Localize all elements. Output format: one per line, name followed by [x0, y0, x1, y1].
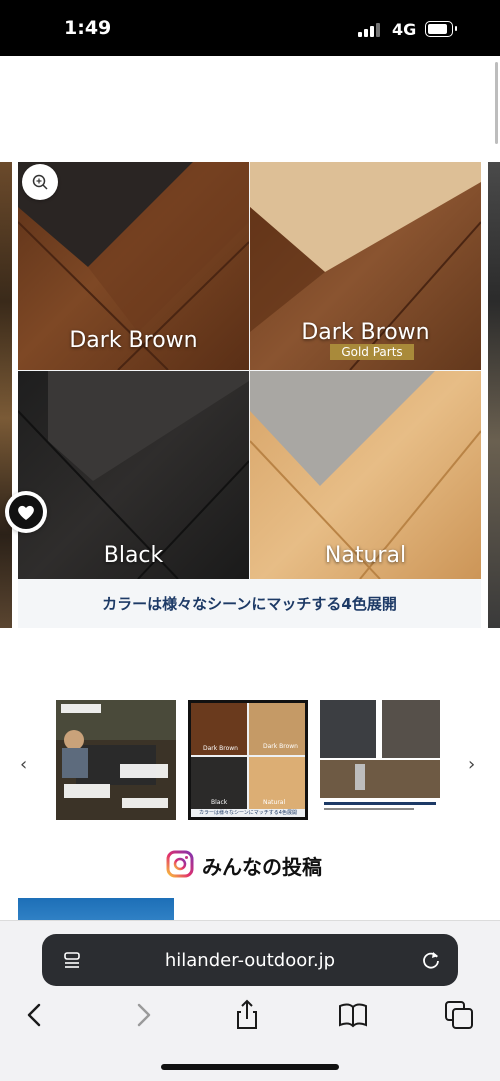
- thumb-label: Dark Brown: [263, 743, 298, 750]
- next-slide-peek[interactable]: [488, 162, 500, 628]
- thumb-label: Dark Brown: [203, 745, 238, 752]
- community-title: みんなの投稿: [202, 855, 322, 879]
- reload-icon[interactable]: [420, 949, 442, 971]
- instagram-icon: [166, 850, 194, 878]
- gallery-caption: カラーは様々なシーンにマッチする4色展開: [18, 580, 481, 628]
- scrollbar[interactable]: [495, 62, 498, 144]
- network-type: 4G: [392, 20, 417, 39]
- main-product-image[interactable]: Dark Brown Dark Brown Gold Parts Black N…: [18, 162, 481, 628]
- accessories-image: [320, 700, 440, 820]
- product-gallery[interactable]: Dark Brown Dark Brown Gold Parts Black N…: [0, 162, 500, 628]
- swatch-black: Black: [18, 371, 249, 579]
- zoom-button[interactable]: [22, 164, 58, 200]
- back-icon[interactable]: [18, 998, 52, 1032]
- thumb-label: Black: [211, 799, 228, 806]
- swatch-natural: Natural: [250, 371, 481, 579]
- heart-icon: [18, 505, 34, 520]
- previous-slide-peek[interactable]: [0, 162, 12, 628]
- home-indicator[interactable]: [161, 1064, 339, 1070]
- camp-scene-image: [56, 700, 176, 820]
- favorite-button[interactable]: [5, 491, 47, 533]
- zoom-in-icon: [32, 174, 48, 190]
- swatch-label-black: Black: [103, 543, 164, 568]
- thumbnails-prev-button[interactable]: ‹: [20, 754, 27, 775]
- url-text: hilander-outdoor.jp: [164, 950, 336, 971]
- address-bar[interactable]: hilander-outdoor.jp: [42, 934, 458, 986]
- thumbnail-color-variations[interactable]: Dark Brown Dark Brown Black Natural カラーは…: [188, 700, 308, 820]
- thumbnail-accessories[interactable]: [320, 700, 440, 820]
- bookmarks-icon[interactable]: [336, 998, 370, 1032]
- thumb-caption: カラーは様々なシーンにマッチする4色展開: [199, 810, 297, 816]
- gold-parts-tag: Gold Parts: [330, 344, 414, 360]
- thumb-label: Natural: [263, 799, 286, 806]
- swatch-label-dark-brown: Dark Brown: [69, 328, 198, 353]
- thumbnail-camp-table-scene[interactable]: [56, 700, 176, 820]
- status-bar: 1:49 4G: [0, 0, 500, 56]
- thumbnails-next-button[interactable]: ›: [468, 754, 475, 775]
- swatch-dark-brown-gold: Dark Brown Gold Parts: [250, 162, 481, 370]
- swatch-label-natural: Natural: [324, 543, 407, 568]
- tabs-icon[interactable]: [442, 998, 476, 1032]
- gallery-caption-text: カラーは様々なシーンにマッチする4色展開: [102, 595, 397, 613]
- status-time: 1:49: [64, 17, 112, 39]
- battery-icon: [425, 21, 457, 37]
- forward-icon[interactable]: [126, 998, 160, 1032]
- swatch-label-dark-brown-gold: Dark Brown: [301, 320, 430, 345]
- share-icon[interactable]: [230, 998, 264, 1032]
